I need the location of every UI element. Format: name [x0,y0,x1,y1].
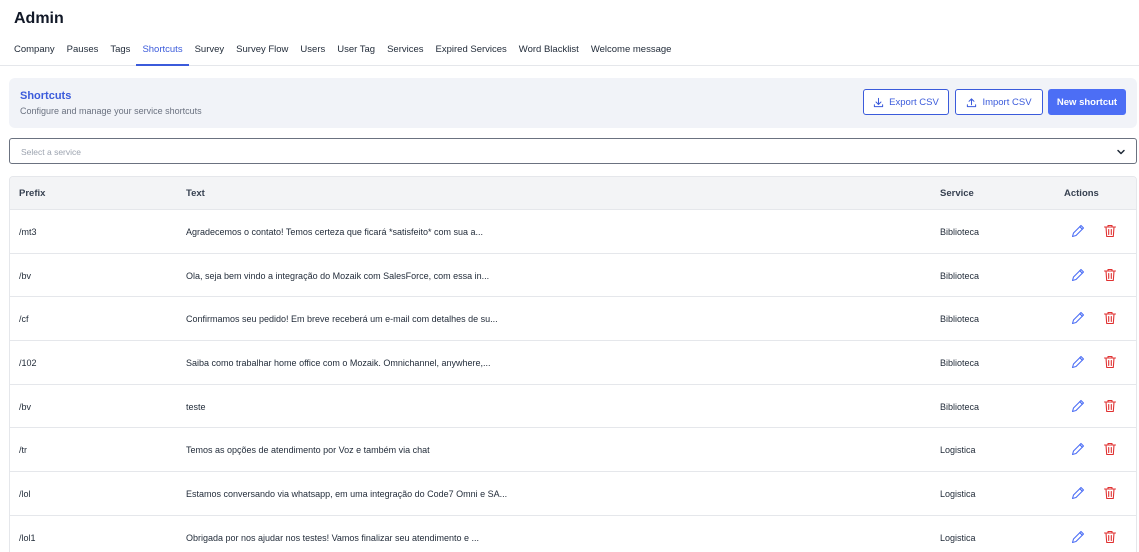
tab-survey[interactable]: Survey [189,36,231,66]
cell-prefix: /mt3 [19,227,37,237]
table-row[interactable]: /lol1 Obrigada por nos ajudar nos testes!… [10,515,1136,552]
table-row[interactable]: /mt3 Agradecemos o contato! Temos certeza… [10,210,1136,254]
pencil-icon[interactable] [1070,310,1086,326]
tab-services[interactable]: Services [381,36,429,66]
column-actions: Actions [1064,188,1099,199]
cell-service: Biblioteca [940,314,980,325]
tab-users[interactable]: Users [294,36,331,66]
cell-service: Biblioteca [940,358,980,369]
pencil-icon[interactable] [1070,267,1086,283]
pencil-icon[interactable] [1070,485,1086,501]
column-prefix: Prefix [19,188,46,199]
cell-service: Logistica [940,445,976,456]
table-row[interactable]: /tr Temos as opções de atendimento por Vo… [10,428,1136,473]
cell-text: Obrigada por nos ajudar nos testes! Vamo… [186,532,479,543]
cell-text: teste [186,401,206,412]
upload-icon [967,97,977,107]
pencil-icon[interactable] [1070,441,1086,457]
tab-company[interactable]: Company [8,36,61,66]
export-csv-label: Export CSV [889,96,939,108]
cell-service: Biblioteca [940,227,980,237]
tab-shortcuts[interactable]: Shortcuts [136,36,189,66]
new-shortcut-label: New shortcut [1056,96,1118,108]
tab-welcome-message[interactable]: Welcome message [585,36,678,66]
trash-icon[interactable] [1102,485,1118,501]
tab-pauses[interactable]: Pauses [61,36,105,66]
table-row[interactable]: /lol Estamos conversando via whatsapp, em… [10,472,1136,516]
cell-prefix: /lol1 [19,532,36,543]
shortcuts-header: Shortcuts Configure and manage your serv… [9,78,1137,128]
service-select-placeholder: Select a service [21,147,81,157]
pencil-icon[interactable] [1070,529,1086,545]
tab-bar: Company Pauses Tags Shortcuts Survey Sur… [0,36,1139,66]
cell-prefix: /cf [19,314,29,325]
table-row[interactable]: /cf Confirmamos seu pedido! Em breve rece… [10,297,1136,342]
service-select[interactable]: Select a service [9,138,1137,164]
shortcuts-table: Prefix Text Service Actions /mt3 Agradece… [9,176,1137,552]
cell-text: Temos as opções de atendimento por Voz e… [186,445,430,456]
cell-text: Saiba como trabalhar home office com o M… [186,358,491,369]
cell-prefix: /bv [19,270,32,281]
tab-survey-flow[interactable]: Survey Flow [230,36,294,66]
table-row[interactable]: /bv teste Biblioteca [10,384,1136,429]
cell-service: Biblioteca [940,270,980,281]
download-icon [874,97,884,107]
cell-service: Biblioteca [940,401,980,412]
import-csv-label: Import CSV [982,96,1032,108]
pencil-icon[interactable] [1070,398,1086,414]
tab-word-blacklist[interactable]: Word Blacklist [513,36,585,66]
trash-icon[interactable] [1102,529,1118,545]
section-subtitle: Configure and manage your service shortc… [20,106,202,116]
pencil-icon[interactable] [1070,223,1086,239]
section-title: Shortcuts [20,90,72,102]
table-body: /mt3 Agradecemos o contato! Temos certeza… [10,210,1136,552]
tab-tags[interactable]: Tags [104,36,136,66]
cell-service: Logistica [940,532,976,543]
new-shortcut-button[interactable]: New shortcut [1048,89,1126,115]
column-service: Service [940,188,974,199]
import-csv-button[interactable]: Import CSV [955,89,1043,115]
export-csv-button[interactable]: Export CSV [863,89,949,115]
tab-user-tag[interactable]: User Tag [331,36,381,66]
tab-expired-services[interactable]: Expired Services [430,36,513,66]
trash-icon[interactable] [1102,354,1118,370]
cell-prefix: /102 [19,358,37,369]
trash-icon[interactable] [1102,223,1118,239]
cell-prefix: /lol [19,489,31,500]
trash-icon[interactable] [1102,398,1118,414]
cell-text: Agradecemos o contato! Temos certeza que… [186,227,483,237]
trash-icon[interactable] [1102,267,1118,283]
chevron-down-icon [1117,149,1125,155]
table-row[interactable]: /102 Saiba como trabalhar home office com… [10,341,1136,385]
cell-service: Logistica [940,489,976,500]
cell-prefix: /tr [19,445,27,456]
cell-text: Estamos conversando via whatsapp, em uma… [186,489,508,500]
trash-icon[interactable] [1102,441,1118,457]
cell-text: Confirmamos seu pedido! Em breve receber… [186,314,498,325]
cell-prefix: /bv [19,401,32,412]
pencil-icon[interactable] [1070,354,1086,370]
table-header: Prefix Text Service Actions [10,177,1136,210]
cell-text: Ola, seja bem vindo a integração do Moza… [186,270,490,281]
column-text: Text [186,188,205,199]
table-row[interactable]: /bv Ola, seja bem vindo a integração do M… [10,253,1136,298]
page-title: Admin [14,10,64,27]
trash-icon[interactable] [1102,310,1118,326]
